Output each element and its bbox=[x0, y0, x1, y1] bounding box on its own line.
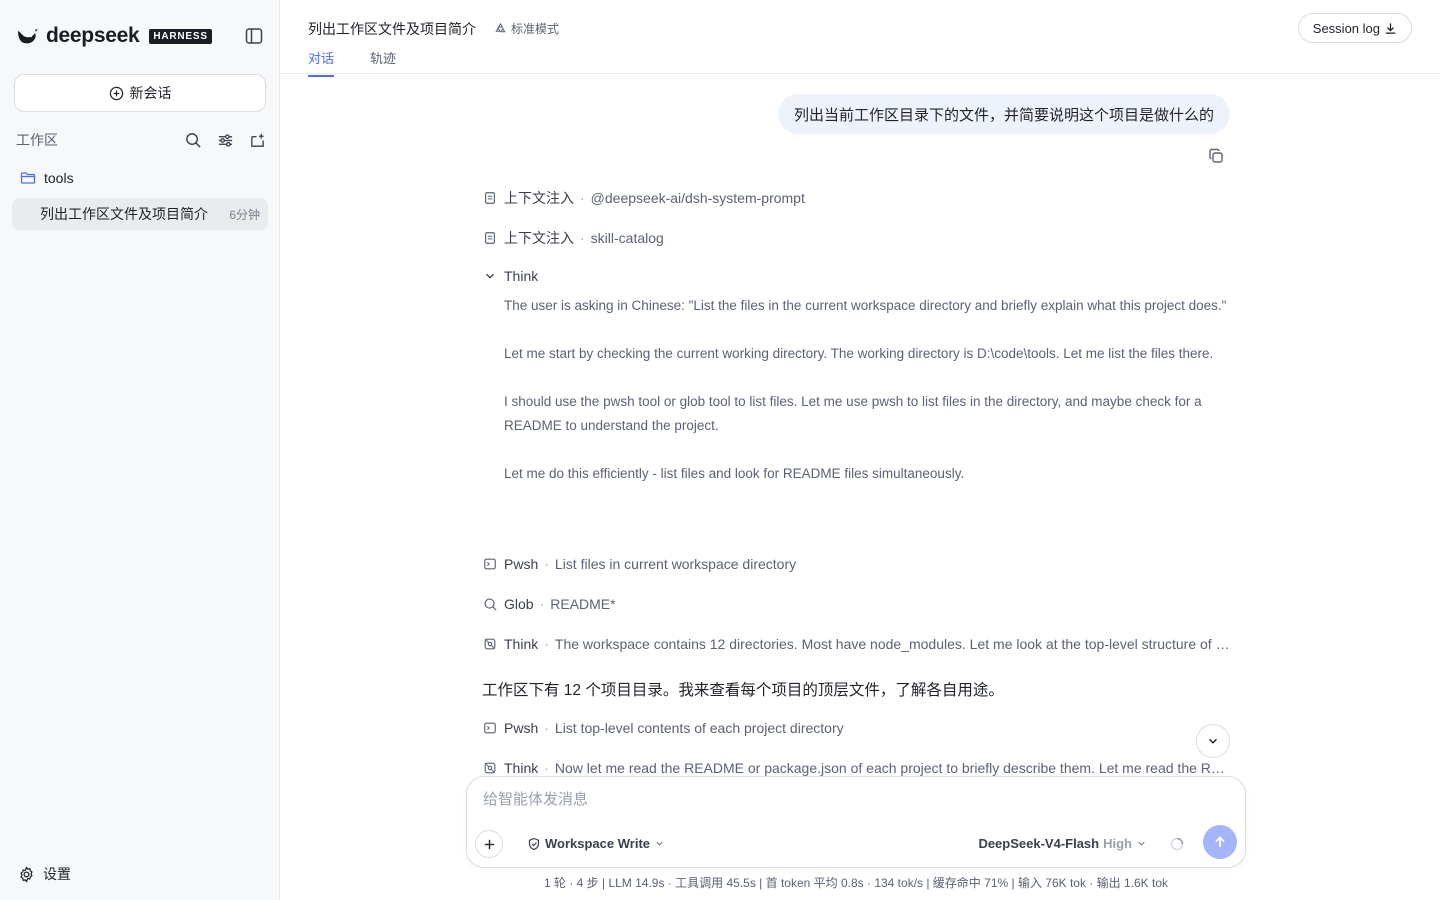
new-chat-label: 新会话 bbox=[129, 85, 172, 101]
sidebar: deepseek HARNESS 新会话 工作区 tools 列出工作区文件及项… bbox=[0, 0, 280, 900]
assistant-message: 工作区下有 12 个项目目录。我来查看每个项目的顶层文件，了解各自用途。 bbox=[482, 682, 1004, 699]
shield-icon bbox=[528, 837, 540, 850]
folder-name: tools bbox=[44, 170, 74, 186]
document-icon bbox=[482, 190, 498, 206]
session-time: 6分钟 bbox=[229, 207, 260, 222]
mode-indicator[interactable]: 标准模式 bbox=[494, 20, 559, 37]
download-icon bbox=[1385, 22, 1396, 34]
step-detail: README* bbox=[550, 596, 616, 612]
step-pwsh[interactable]: Pwsh · List files in current workspace d… bbox=[482, 556, 796, 572]
step-detail: skill-catalog bbox=[590, 230, 664, 246]
chevron-down-icon bbox=[1209, 738, 1217, 744]
logo-text: deepseek bbox=[46, 24, 140, 47]
settings-label: 设置 bbox=[43, 866, 71, 882]
workspace-label: 工作区 bbox=[16, 132, 58, 148]
plus-circle-icon bbox=[109, 86, 123, 100]
terminal-icon bbox=[482, 720, 498, 736]
session-title: 列出工作区文件及项目简介 bbox=[40, 206, 208, 222]
attach-button[interactable] bbox=[475, 830, 503, 858]
new-chat-button[interactable]: 新会话 bbox=[14, 74, 266, 112]
plus-icon bbox=[484, 839, 494, 849]
status-bar: 1 轮 · 4 步 | LLM 14.9s · 工具调用 45.5s | 首 t… bbox=[543, 876, 1168, 890]
step-think-expanded[interactable]: Think bbox=[482, 268, 538, 284]
step-detail: List files in current workspace director… bbox=[554, 556, 797, 572]
step-label: 上下文注入 bbox=[504, 190, 574, 206]
step-label: Think bbox=[504, 268, 539, 284]
step-separator: · bbox=[539, 596, 545, 612]
tab-trace[interactable]: 轨迹 bbox=[370, 48, 396, 77]
step-separator: · bbox=[544, 720, 549, 736]
sidebar-toggle-icon[interactable] bbox=[244, 26, 264, 46]
think-icon bbox=[482, 760, 498, 776]
step-detail: List top-level contents of each project … bbox=[554, 720, 844, 736]
search-icon bbox=[482, 596, 498, 612]
composer: Workspace Write DeepSeek-V4-Flash High bbox=[466, 776, 1246, 868]
tab-chat[interactable]: 对话 bbox=[308, 48, 335, 77]
session-log-label: Session log bbox=[1312, 20, 1380, 36]
tab-bar: 对话 轨迹 bbox=[308, 48, 396, 77]
gear-icon bbox=[20, 866, 33, 882]
session-item[interactable]: 列出工作区文件及项目简介 6分钟 bbox=[12, 198, 268, 230]
step-separator: · bbox=[580, 230, 585, 246]
step-separator: · bbox=[544, 760, 549, 776]
document-icon bbox=[482, 230, 498, 246]
send-button[interactable] bbox=[1203, 825, 1237, 859]
think-paragraph: Let me start by checking the current wor… bbox=[504, 346, 1214, 361]
chevron-down-icon bbox=[656, 841, 663, 846]
model-level: High bbox=[1103, 836, 1132, 851]
arrow-up-icon bbox=[1215, 836, 1225, 847]
workspace-header: 工作区 bbox=[16, 130, 266, 150]
think-paragraph: The user is asking in Chinese: "List the… bbox=[504, 298, 1227, 313]
step-think-collapsed[interactable]: Think · The workspace contains 12 direct… bbox=[482, 636, 1230, 652]
permission-label: Workspace Write bbox=[545, 836, 651, 851]
message-input[interactable] bbox=[483, 791, 1223, 808]
scroll-to-bottom-button[interactable] bbox=[1196, 724, 1230, 758]
deepseek-whale-icon bbox=[18, 29, 38, 44]
permission-dropdown[interactable]: Workspace Write bbox=[527, 836, 665, 851]
think-content: The user is asking in Chinese: "List the… bbox=[504, 294, 1228, 510]
model-dropdown[interactable]: DeepSeek-V4-Flash High bbox=[978, 836, 1147, 851]
recycle-icon bbox=[495, 22, 506, 33]
mode-label: 标准模式 bbox=[511, 22, 560, 36]
chevron-down-icon bbox=[482, 268, 498, 284]
step-think-collapsed[interactable]: Think · Now let me read the README or pa… bbox=[482, 760, 1230, 776]
user-message: 列出当前工作区目录下的文件，并简要说明这个项目是做什么的 bbox=[777, 94, 1230, 134]
think-paragraph: I should use the pwsh tool or glob tool … bbox=[504, 394, 1202, 433]
step-detail: @deepseek-ai/dsh-system-prompt bbox=[590, 190, 805, 206]
step-context-injection[interactable]: 上下文注入 · @deepseek-ai/dsh-system-prompt bbox=[482, 188, 805, 208]
step-glob[interactable]: Glob · README* bbox=[482, 596, 616, 612]
logo: deepseek HARNESS bbox=[16, 24, 212, 48]
chevron-down-icon bbox=[1138, 841, 1145, 846]
filter-icon[interactable] bbox=[216, 131, 234, 149]
top-bar: 列出工作区文件及项目简介 标准模式 对话 轨迹 Session log bbox=[280, 0, 1440, 77]
step-separator: · bbox=[580, 190, 585, 206]
think-paragraph: Let me do this efficiently - list files … bbox=[504, 466, 965, 481]
copy-icon[interactable] bbox=[1207, 147, 1225, 165]
search-icon[interactable] bbox=[184, 131, 202, 149]
step-label: Pwsh bbox=[504, 720, 539, 736]
think-icon bbox=[482, 636, 498, 652]
step-label: Think bbox=[504, 760, 539, 776]
step-separator: · bbox=[544, 636, 549, 652]
step-pwsh[interactable]: Pwsh · List top-level contents of each p… bbox=[482, 720, 844, 736]
step-label: Pwsh bbox=[504, 556, 539, 572]
step-detail: Now let me read the README or package.js… bbox=[554, 760, 1230, 776]
step-detail: The workspace contains 12 directories. M… bbox=[554, 636, 1230, 652]
session-log-button[interactable]: Session log bbox=[1297, 13, 1412, 43]
logo-badge: HARNESS bbox=[149, 28, 212, 44]
model-name: DeepSeek-V4-Flash bbox=[978, 836, 1100, 851]
page-title: 列出工作区文件及项目简介 bbox=[308, 21, 476, 37]
loading-spinner-icon bbox=[1170, 837, 1184, 851]
step-label: Think bbox=[504, 636, 539, 652]
workspace-folder[interactable]: tools bbox=[20, 170, 74, 186]
step-context-injection[interactable]: 上下文注入 · skill-catalog bbox=[482, 228, 664, 248]
step-label: 上下文注入 bbox=[504, 230, 574, 246]
new-folder-icon[interactable] bbox=[248, 131, 266, 149]
settings-button[interactable]: 设置 bbox=[18, 864, 71, 884]
step-separator: · bbox=[544, 556, 549, 572]
terminal-icon bbox=[482, 556, 498, 572]
folder-icon bbox=[20, 172, 36, 184]
step-label: Glob bbox=[504, 596, 534, 612]
